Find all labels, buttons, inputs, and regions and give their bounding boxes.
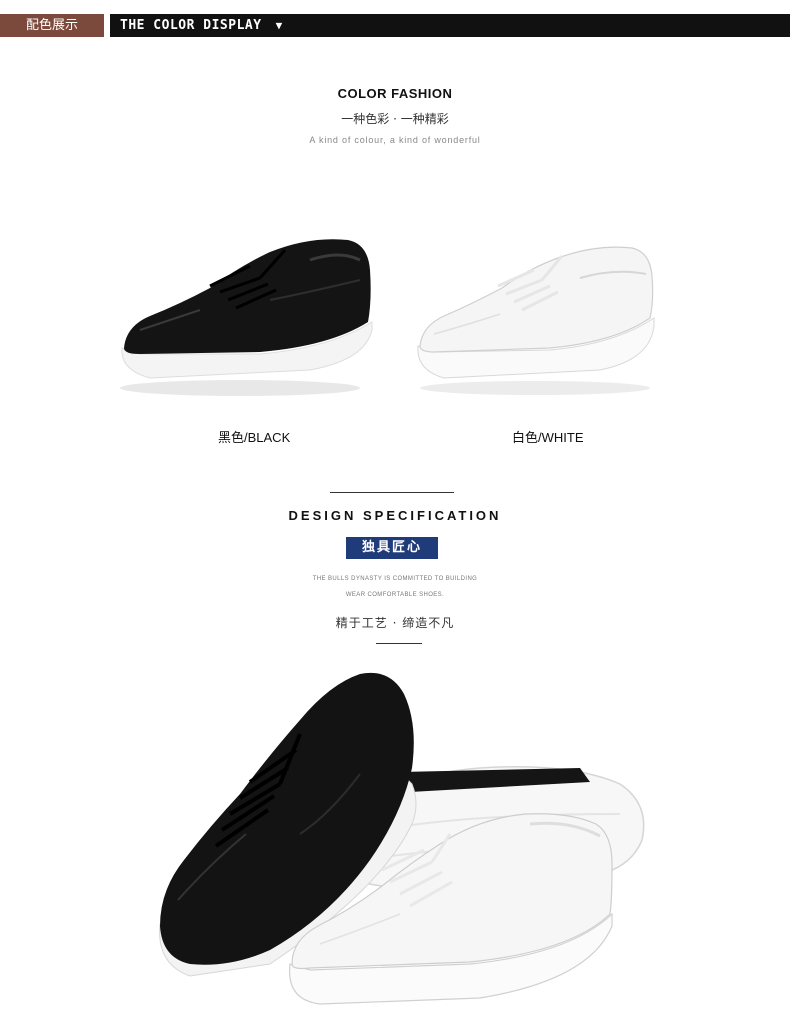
variant-label-black: 黑色/BLACK (218, 430, 291, 445)
divider-top (330, 492, 454, 493)
divider-bottom (376, 643, 422, 644)
craftsmanship-badge: 独具匠心 (346, 537, 438, 559)
shoe-pair-image (150, 664, 660, 1014)
variant-label-white: 白色/WHITE (512, 430, 584, 445)
design-spec-tagline: 精于工艺 · 缔造不凡 (335, 616, 455, 630)
color-fashion-subtitle-en: A kind of colour, a kind of wonderful (309, 135, 481, 145)
section-tag: 配色展示 (0, 14, 104, 37)
design-spec-text-line1: THE BULLS DYNASTY IS COMMITTED TO BUILDI… (312, 576, 478, 582)
design-spec-text-line2: WEAR COMFORTABLE SHOES. (345, 592, 445, 598)
section-title: THE COLOR DISPLAY (120, 18, 262, 33)
white-shoe-image (410, 238, 660, 398)
chevron-down-icon: ▼ (275, 19, 283, 32)
design-spec-title: DESIGN SPECIFICATION (288, 508, 502, 523)
section-header-bar: THE COLOR DISPLAY ▼ (110, 14, 790, 37)
color-fashion-subtitle-cn: 一种色彩 · 一种精彩 (341, 112, 449, 126)
black-shoe-image (110, 230, 380, 400)
color-fashion-title: COLOR FASHION (337, 86, 453, 101)
